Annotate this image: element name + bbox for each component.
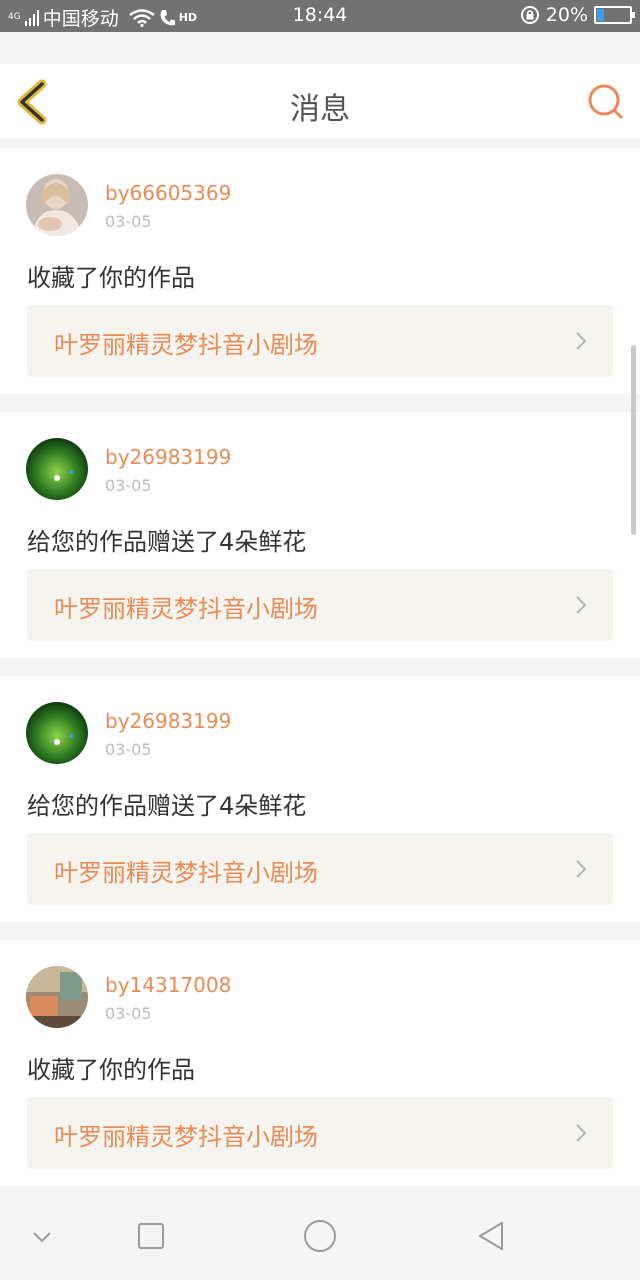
username[interactable]: by66605369 <box>105 181 231 205</box>
avatar[interactable] <box>26 966 88 1028</box>
message-text: 给您的作品赠送了4朵鲜花 <box>27 528 307 556</box>
message-card[interactable]: by26983199 03-05 给您的作品赠送了4朵鲜花 叶罗丽精灵梦抖音小剧… <box>0 412 640 658</box>
message-text: 收藏了你的作品 <box>27 264 195 292</box>
chevron-right-icon <box>576 1124 587 1142</box>
message-card[interactable]: by26983199 03-05 给您的作品赠送了4朵鲜花 叶罗丽精灵梦抖音小剧… <box>0 676 640 922</box>
work-link[interactable]: 叶罗丽精灵梦抖音小剧场 <box>27 833 613 905</box>
message-date: 03-05 <box>105 212 152 231</box>
battery-icon <box>594 6 635 24</box>
page-title: 消息 <box>290 92 350 127</box>
username[interactable]: by26983199 <box>105 709 231 733</box>
status-right: 20% <box>520 4 635 26</box>
message-text: 收藏了你的作品 <box>27 1056 195 1084</box>
message-date: 03-05 <box>105 740 152 759</box>
rotation-lock-icon <box>520 6 539 24</box>
chevron-right-icon <box>576 860 587 878</box>
scrollbar[interactable] <box>631 345 636 535</box>
top-navigation-bar: 消息 <box>0 64 640 140</box>
circle-icon[interactable] <box>300 1216 340 1256</box>
system-navigation-bar <box>0 1196 640 1280</box>
work-link[interactable]: 叶罗丽精灵梦抖音小剧场 <box>27 305 613 377</box>
work-title: 叶罗丽精灵梦抖音小剧场 <box>54 859 318 887</box>
username[interactable]: by14317008 <box>105 973 231 997</box>
work-title: 叶罗丽精灵梦抖音小剧场 <box>54 331 318 359</box>
triangle-back-icon[interactable] <box>472 1216 512 1256</box>
avatar[interactable] <box>26 438 88 500</box>
message-card[interactable]: by66605369 03-05 收藏了你的作品 叶罗丽精灵梦抖音小剧场 <box>0 148 640 394</box>
battery-percent: 20% <box>545 4 588 26</box>
avatar[interactable] <box>26 702 88 764</box>
work-link[interactable]: 叶罗丽精灵梦抖音小剧场 <box>27 1097 613 1169</box>
chevron-right-icon <box>576 596 587 614</box>
message-text: 给您的作品赠送了4朵鲜花 <box>27 792 307 820</box>
message-card[interactable]: by14317008 03-05 收藏了你的作品 叶罗丽精灵梦抖音小剧场 <box>0 940 640 1186</box>
message-date: 03-05 <box>105 1004 152 1023</box>
battery-fill <box>597 9 604 21</box>
status-bar: 4G 中国移动 HD 18:44 20% <box>0 0 640 32</box>
chevron-right-icon <box>576 332 587 350</box>
work-link[interactable]: 叶罗丽精灵梦抖音小剧场 <box>27 569 613 641</box>
username[interactable]: by26983199 <box>105 445 231 469</box>
search-icon[interactable] <box>586 82 626 122</box>
work-title: 叶罗丽精灵梦抖音小剧场 <box>54 1123 318 1151</box>
message-date: 03-05 <box>105 476 152 495</box>
square-icon[interactable] <box>131 1216 171 1256</box>
chevron-down-icon[interactable] <box>22 1216 62 1256</box>
avatar[interactable] <box>26 174 88 236</box>
work-title: 叶罗丽精灵梦抖音小剧场 <box>54 595 318 623</box>
